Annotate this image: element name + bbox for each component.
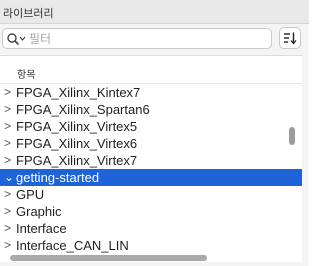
tree-row[interactable]: > Interface_CAN_LIN bbox=[0, 237, 302, 254]
tree-row-label: FPGA_Xilinx_Virtex6 bbox=[16, 136, 138, 151]
sort-button[interactable] bbox=[279, 27, 301, 49]
tree-row-label: Graphic bbox=[16, 204, 62, 219]
disclosure-collapsed-icon[interactable]: > bbox=[4, 152, 14, 169]
tree-row[interactable]: > FPGA_Xilinx_Spartan6 bbox=[0, 101, 302, 118]
tree-row[interactable]: > FPGA_Xilinx_Virtex7 bbox=[0, 152, 302, 169]
tree-row[interactable]: > FPGA_Xilinx_Kintex7 bbox=[0, 84, 302, 101]
vertical-scrollbar-thumb[interactable] bbox=[289, 127, 295, 145]
tree-row-label: FPGA_Xilinx_Spartan6 bbox=[16, 102, 150, 117]
panel-title-bar: 라이브러리 bbox=[0, 0, 309, 24]
tree-row-selected[interactable]: ⌄ getting-started bbox=[0, 169, 302, 186]
tree-row[interactable]: > Interface bbox=[0, 220, 302, 237]
sort-icon bbox=[284, 32, 297, 45]
disclosure-collapsed-icon[interactable]: > bbox=[4, 186, 14, 203]
filter-input[interactable] bbox=[29, 30, 267, 47]
disclosure-collapsed-icon[interactable]: > bbox=[4, 118, 14, 135]
filter-field[interactable] bbox=[2, 28, 272, 49]
tree-row[interactable]: > Graphic bbox=[0, 203, 302, 220]
tree-row-label: FPGA_Xilinx_Kintex7 bbox=[16, 85, 141, 100]
tree-row-label: Interface_CAN_LIN bbox=[16, 238, 129, 253]
horizontal-scrollbar-thumb[interactable] bbox=[10, 255, 207, 261]
library-panel: 라이브러리 항목 > FPGA_Xilinx_Kintex7 bbox=[0, 0, 309, 266]
tree-row-label: getting-started bbox=[16, 170, 100, 185]
tree-row-label: GPU bbox=[16, 187, 45, 202]
disclosure-collapsed-icon[interactable]: > bbox=[4, 203, 14, 220]
tree-row-label: FPGA_Xilinx_Virtex7 bbox=[16, 153, 138, 168]
tree-row-label: Interface bbox=[16, 221, 67, 236]
tree-row-label: FPGA_Xilinx_Virtex5 bbox=[16, 119, 138, 134]
tree-rows: > FPGA_Xilinx_Kintex7 > FPGA_Xilinx_Spar… bbox=[0, 84, 302, 254]
disclosure-collapsed-icon[interactable]: > bbox=[4, 220, 14, 237]
list-column-header[interactable]: 항목 bbox=[0, 56, 302, 83]
panel-title: 라이브러리 bbox=[3, 8, 54, 20]
disclosure-expanded-icon[interactable]: ⌄ bbox=[4, 169, 14, 186]
tree-row[interactable]: > FPGA_Xilinx_Virtex5 bbox=[0, 118, 302, 135]
library-list: 항목 > FPGA_Xilinx_Kintex7 > FPGA_Xilinx_S… bbox=[0, 55, 302, 262]
search-icon[interactable] bbox=[6, 32, 28, 46]
tree-row[interactable]: > FPGA_Xilinx_Virtex6 bbox=[0, 135, 302, 152]
disclosure-collapsed-icon[interactable]: > bbox=[4, 84, 14, 101]
disclosure-collapsed-icon[interactable]: > bbox=[4, 237, 14, 254]
column-header-label: 항목 bbox=[17, 70, 36, 81]
disclosure-collapsed-icon[interactable]: > bbox=[4, 101, 14, 118]
disclosure-collapsed-icon[interactable]: > bbox=[4, 135, 14, 152]
tree-row[interactable]: > GPU bbox=[0, 186, 302, 203]
